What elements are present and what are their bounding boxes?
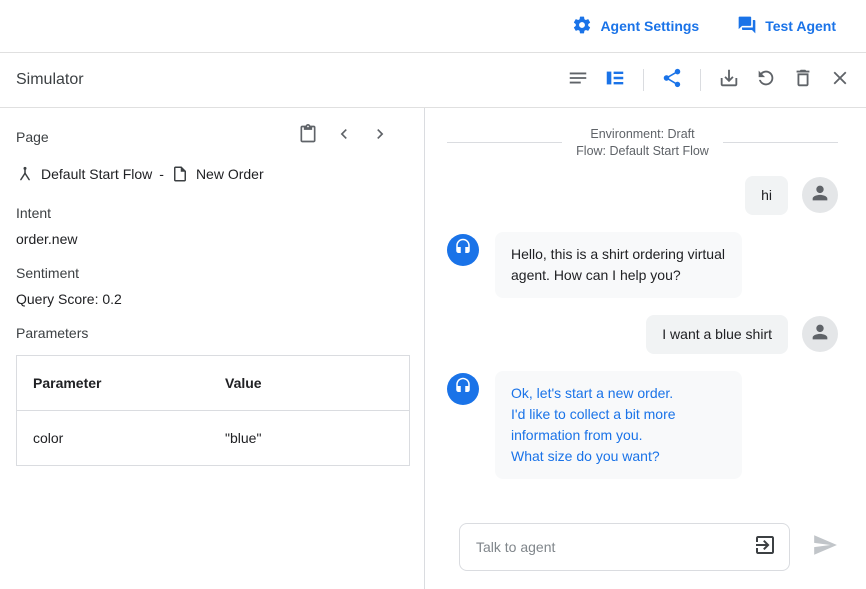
sentiment-label: Sentiment xyxy=(16,265,408,281)
breadcrumb: Default Start Flow - New Order xyxy=(16,165,408,183)
close-icon xyxy=(829,67,851,94)
submit-input-button[interactable] xyxy=(753,533,777,562)
agent-avatar xyxy=(447,234,479,266)
toolbar-divider xyxy=(700,69,701,91)
notes-icon xyxy=(567,67,589,94)
chat-input-row xyxy=(447,523,838,571)
chevron-left-icon xyxy=(334,124,354,149)
parameter-value-cell: "blue" xyxy=(209,411,410,466)
page-actions xyxy=(298,124,408,149)
reset-conversation-button[interactable] xyxy=(754,68,778,92)
value-column-header: Value xyxy=(209,356,410,411)
table-header-row: Parameter Value xyxy=(17,356,410,411)
flow-graph-button[interactable] xyxy=(660,68,684,92)
parameters-label: Parameters xyxy=(16,325,408,341)
chat-input-box[interactable] xyxy=(459,523,790,571)
simulator-window: Agent Settings Test Agent Simulator xyxy=(0,0,866,589)
refresh-icon xyxy=(755,67,777,94)
top-bar: Agent Settings Test Agent xyxy=(0,0,866,53)
agent-settings-label: Agent Settings xyxy=(600,18,699,34)
parameter-name-cell: color xyxy=(17,411,210,466)
flow-icon xyxy=(16,165,34,183)
intent-label: Intent xyxy=(16,205,408,221)
split-view-button[interactable] xyxy=(603,68,627,92)
toolbar-divider xyxy=(643,69,644,91)
next-turn-button[interactable] xyxy=(370,124,390,149)
page-title: Simulator xyxy=(16,71,84,89)
previous-turn-button[interactable] xyxy=(334,124,354,149)
user-avatar xyxy=(802,316,838,352)
table-row: color "blue" xyxy=(17,411,410,466)
send-icon xyxy=(812,532,838,563)
test-agent-button[interactable]: Test Agent xyxy=(737,15,836,38)
simulator-header: Simulator xyxy=(0,53,866,108)
headset-icon xyxy=(454,238,472,261)
environment-name: Environment: Draft xyxy=(576,126,709,143)
headset-icon xyxy=(454,377,472,400)
copy-to-clipboard-button[interactable] xyxy=(298,124,318,149)
page-label: Page xyxy=(16,129,298,145)
chevron-right-icon xyxy=(370,124,390,149)
agent-message-bubble: Ok, let's start a new order. I'd like to… xyxy=(495,371,742,479)
chat-panel: Environment: Draft Flow: Default Start F… xyxy=(425,108,866,589)
turn-details-panel: Page xyxy=(0,108,425,589)
breadcrumb-separator: - xyxy=(159,166,164,182)
talk-to-agent-input[interactable] xyxy=(476,539,753,555)
chat-message-agent: Hello, this is a shirt ordering virtual … xyxy=(447,232,838,298)
clipboard-icon xyxy=(298,124,318,149)
user-message-bubble: hi xyxy=(745,176,788,215)
enter-input-icon xyxy=(753,533,777,562)
test-agent-label: Test Agent xyxy=(765,18,836,34)
chat-message-user: hi xyxy=(447,176,838,215)
simulator-toolbar xyxy=(566,68,852,92)
settings-gear-icon xyxy=(572,15,592,38)
agent-avatar xyxy=(447,373,479,405)
breadcrumb-page-name[interactable]: New Order xyxy=(196,166,264,182)
chat-message-user: I want a blue shirt xyxy=(447,315,838,354)
user-avatar xyxy=(802,177,838,213)
breadcrumb-flow-name[interactable]: Default Start Flow xyxy=(41,166,152,182)
parameters-table: Parameter Value color "blue" xyxy=(16,355,410,466)
trash-icon xyxy=(792,67,814,94)
chat-bubbles-icon xyxy=(737,15,757,38)
send-message-button[interactable] xyxy=(812,532,838,563)
save-conversation-button[interactable] xyxy=(717,68,741,92)
download-icon xyxy=(718,67,740,94)
close-simulator-button[interactable] xyxy=(828,68,852,92)
delete-conversation-button[interactable] xyxy=(791,68,815,92)
notes-view-button[interactable] xyxy=(566,68,590,92)
page-file-icon xyxy=(171,165,189,183)
divider xyxy=(447,142,562,143)
page-row: Page xyxy=(16,124,408,149)
environment-info: Environment: Draft Flow: Default Start F… xyxy=(576,126,709,160)
main-content: Page xyxy=(0,108,866,589)
chat-message-agent: Ok, let's start a new order. I'd like to… xyxy=(447,371,838,479)
environment-header: Environment: Draft Flow: Default Start F… xyxy=(447,126,838,160)
agent-settings-button[interactable]: Agent Settings xyxy=(572,15,699,38)
intent-value: order.new xyxy=(16,231,408,247)
person-icon xyxy=(809,182,831,209)
split-view-icon xyxy=(604,67,626,94)
user-message-bubble: I want a blue shirt xyxy=(646,315,788,354)
parameter-column-header: Parameter xyxy=(17,356,210,411)
person-icon xyxy=(809,321,831,348)
sentiment-value: Query Score: 0.2 xyxy=(16,291,408,307)
environment-flow: Flow: Default Start Flow xyxy=(576,143,709,160)
graph-icon xyxy=(661,67,683,94)
agent-message-bubble: Hello, this is a shirt ordering virtual … xyxy=(495,232,742,298)
divider xyxy=(723,142,838,143)
